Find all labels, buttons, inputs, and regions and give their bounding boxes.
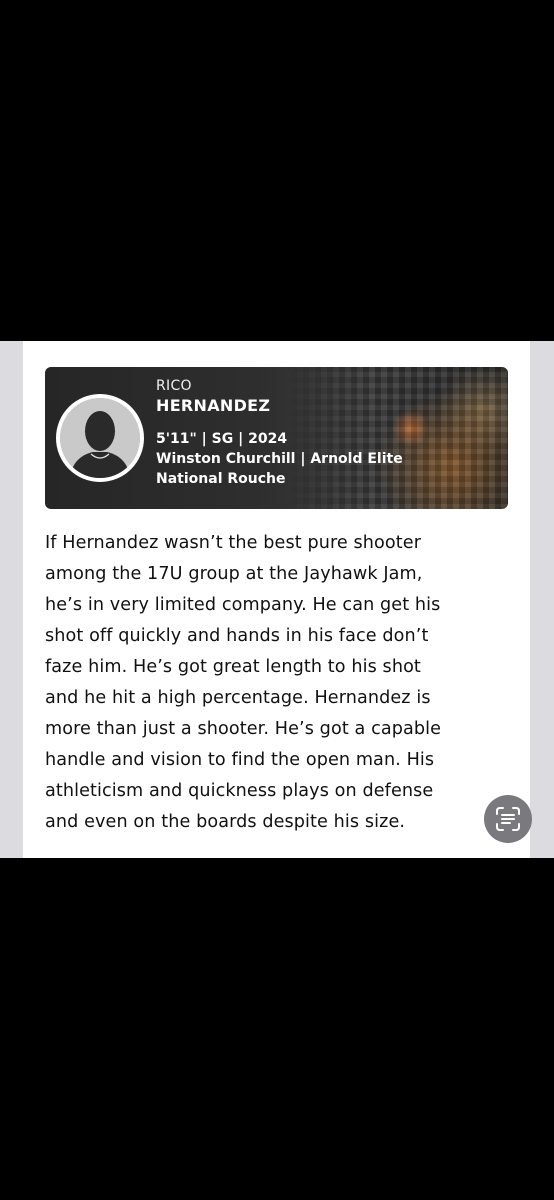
page-area: RICO HERNANDEZ 5'11" | SG | 2024 Winston…	[0, 341, 554, 858]
article-paragraph: If Hernandez wasn’t the best pure shoote…	[45, 528, 520, 838]
screen: RICO HERNANDEZ 5'11" | SG | 2024 Winston…	[0, 0, 554, 1200]
article-line: handle and vision to find the open man. …	[45, 750, 435, 770]
player-first-name: RICO	[156, 378, 192, 394]
article-line: If Hernandez wasn’t the best pure shoote…	[45, 533, 422, 553]
player-team: National Rouche	[156, 471, 286, 487]
article-line: athleticism and quickness plays on defen…	[45, 781, 434, 801]
player-info: RICO HERNANDEZ 5'11" | SG | 2024 Winston…	[156, 377, 403, 489]
live-text-scan-icon	[496, 807, 520, 831]
player-stats: 5'11" | SG | 2024	[156, 431, 288, 447]
live-text-button[interactable]	[484, 795, 532, 843]
article-line: shot off quickly and hands in his face d…	[45, 626, 429, 646]
article-line: and even on the boards despite his size.	[45, 812, 406, 832]
article-line: faze him. He’s got great length to his s…	[45, 657, 421, 677]
person-silhouette-icon	[60, 398, 140, 478]
article-line: he’s in very limited company. He can get…	[45, 595, 441, 615]
article-card: RICO HERNANDEZ 5'11" | SG | 2024 Winston…	[23, 341, 530, 858]
article-line: more than just a shooter. He’s got a cap…	[45, 719, 442, 739]
player-school: Winston Churchill | Arnold Elite	[156, 451, 403, 467]
avatar	[56, 394, 144, 482]
player-last-name: HERNANDEZ	[156, 396, 271, 415]
article-line: among the 17U group at the Jayhawk Jam,	[45, 564, 423, 584]
player-banner: RICO HERNANDEZ 5'11" | SG | 2024 Winston…	[45, 367, 508, 509]
article-line: and he hit a high percentage. Hernandez …	[45, 688, 431, 708]
